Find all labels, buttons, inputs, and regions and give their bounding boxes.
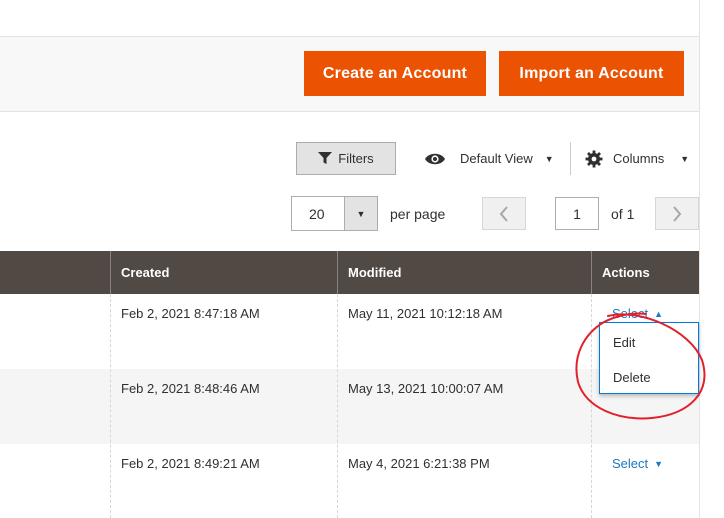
columns-label: Columns [613,151,665,166]
create-account-button[interactable]: Create an Account [304,51,486,96]
column-divider [591,294,592,518]
column-header-created[interactable]: Created [121,251,169,294]
total-pages-label: of 1 [611,206,635,222]
right-border [699,0,700,518]
created-cell: Feb 2, 2021 8:49:21 AM [121,456,260,471]
menu-item-edit[interactable]: Edit [613,335,635,350]
header-divider [110,251,111,294]
created-cell: Feb 2, 2021 8:47:18 AM [121,306,260,321]
next-page-button[interactable] [655,197,699,230]
select-label: Select [612,306,649,321]
per-page-value: 20 [309,205,325,222]
eye-icon [425,153,445,164]
admin-grid-page: Create an Account Import an Account Filt… [0,0,724,518]
modified-cell: May 13, 2021 10:00:07 AM [348,381,504,396]
toolbar-divider [570,142,571,175]
import-account-button[interactable]: Import an Account [499,51,684,96]
view-label: Default View [460,151,533,166]
funnel-icon [318,152,333,164]
chevron-down-icon: ▼ [544,153,554,164]
chevron-up-icon: ▲ [654,308,664,319]
chevron-left-icon [499,205,508,222]
chevron-right-icon [673,205,682,222]
created-cell: Feb 2, 2021 8:48:46 AM [121,381,260,396]
chevron-down-icon[interactable]: ▼ [344,197,377,230]
filters-button[interactable]: Filters [296,142,396,175]
column-divider [110,294,111,518]
per-page-select[interactable]: 20 ▼ [291,196,378,231]
select-label: Select [612,456,649,471]
page-number-input[interactable]: 1 [555,197,599,230]
modified-cell: May 4, 2021 6:21:38 PM [348,456,490,471]
chevron-down-icon: ▼ [654,458,664,469]
header-divider [591,251,592,294]
header-divider [337,251,338,294]
prev-page-button[interactable] [482,197,526,230]
column-header-actions: Actions [602,265,650,280]
row-actions-menu: Edit Delete [599,322,699,394]
row-actions-select[interactable]: Select ▲ [612,306,663,321]
filters-label: Filters [338,151,374,166]
per-page-label: per page [390,206,446,222]
row-actions-select[interactable]: Select ▼ [612,456,663,471]
column-header-modified[interactable]: Modified [348,251,401,294]
menu-item-delete[interactable]: Delete [613,370,651,385]
gear-icon [585,150,603,167]
column-divider [337,294,338,518]
modified-cell: May 11, 2021 10:12:18 AM [348,306,503,321]
columns-control[interactable]: Columns ▼ [585,142,689,175]
view-switcher[interactable]: Default View ▼ [424,142,554,175]
chevron-down-icon: ▼ [680,153,690,164]
